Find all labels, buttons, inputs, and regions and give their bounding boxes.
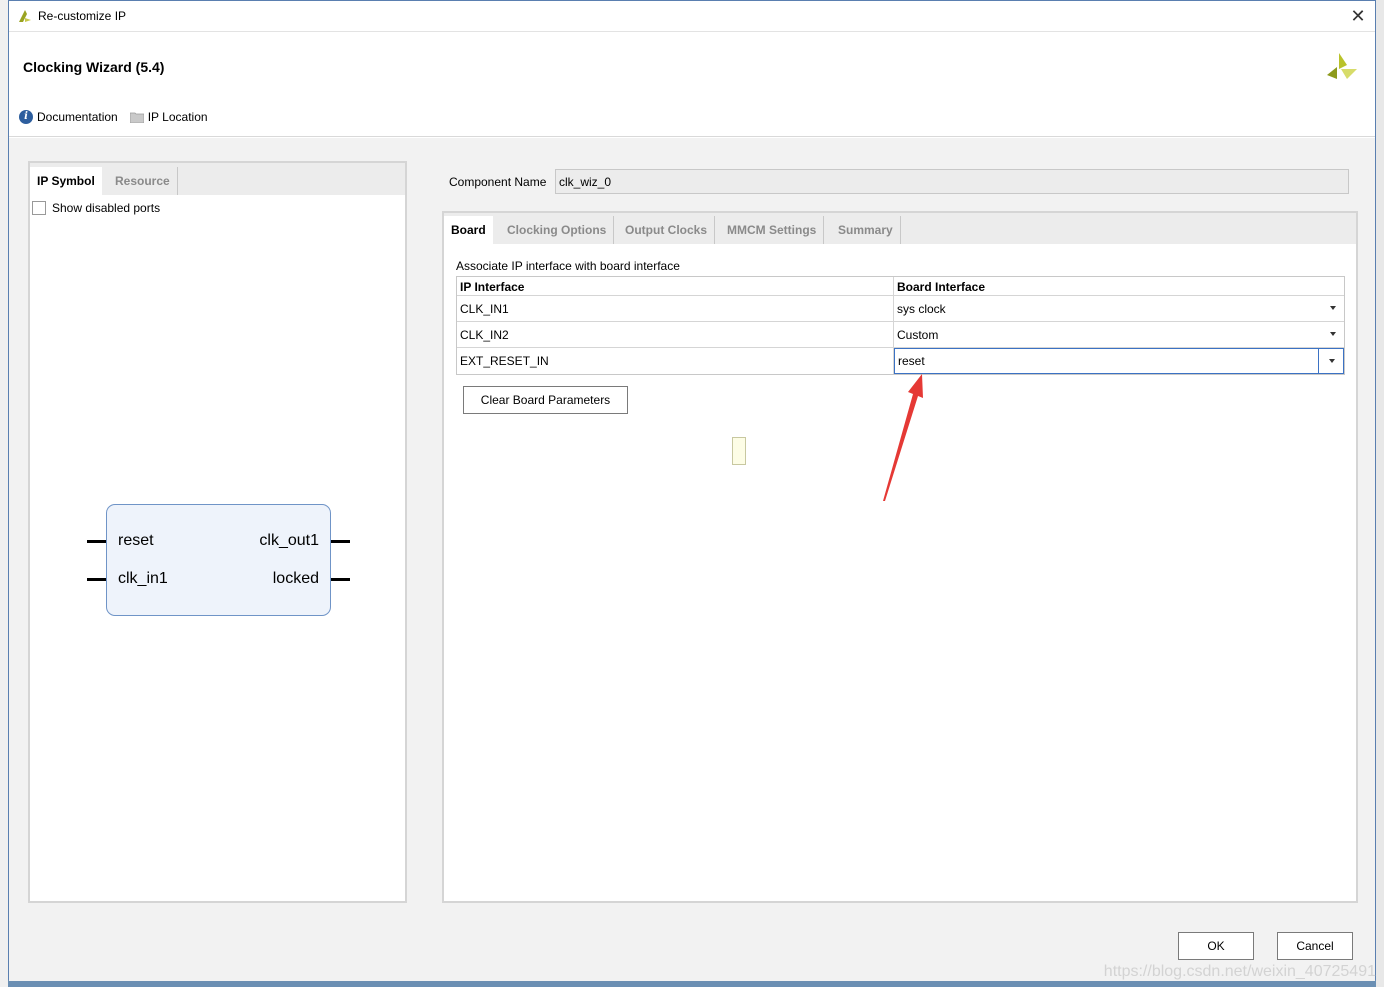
component-name-label: Component Name: [449, 175, 547, 189]
chevron-down-icon[interactable]: [1330, 332, 1336, 336]
content-area: IP Symbol Resource Show disabled ports r…: [9, 138, 1375, 981]
ip-symbol-block: reset clk_in1 clk_out1 locked: [106, 504, 331, 616]
documentation-link[interactable]: i Documentation: [19, 110, 118, 124]
associate-label: Associate IP interface with board interf…: [456, 259, 680, 273]
xilinx-logo-icon: [1327, 53, 1357, 79]
pin-line-locked: [331, 578, 350, 581]
title-bar: Re-customize IP ✕: [9, 1, 1375, 32]
documentation-label: Documentation: [37, 110, 118, 124]
ip-location-label: IP Location: [147, 110, 208, 124]
tab-output-clocks[interactable]: Output Clocks: [618, 216, 716, 244]
table-row: EXT_RESET_IN reset: [457, 348, 1344, 374]
checkbox-box[interactable]: [32, 201, 46, 215]
column-header-board-interface: Board Interface: [897, 280, 986, 294]
dropdown-separator: [1318, 349, 1319, 373]
background-window-strip-left: [0, 0, 8, 987]
column-header-ip-interface: IP Interface: [457, 277, 894, 295]
left-tab-bar: IP Symbol Resource: [30, 163, 405, 195]
header-links: i Documentation IP Location: [19, 110, 220, 124]
info-icon: i: [19, 110, 33, 124]
pin-line-clk-out1: [331, 540, 350, 543]
tab-summary[interactable]: Summary: [831, 216, 901, 244]
ip-symbol-panel: IP Symbol Resource Show disabled ports r…: [28, 161, 407, 903]
config-tab-bar: Board Clocking Options Output Clocks MMC…: [444, 213, 1356, 244]
board-interface-value: Custom: [897, 327, 939, 342]
component-name-field[interactable]: clk_wiz_0: [555, 169, 1349, 194]
tab-board[interactable]: Board: [444, 216, 493, 244]
board-interface-value: reset: [898, 354, 925, 368]
show-disabled-ports-checkbox[interactable]: Show disabled ports: [32, 201, 160, 215]
pin-line-clk-in1: [87, 578, 106, 581]
vivado-logo-icon: [19, 10, 31, 22]
ip-interface-cell: EXT_RESET_IN: [457, 348, 894, 374]
annotation-arrow-icon: [883, 374, 923, 501]
re-customize-ip-dialog: Re-customize IP ✕ Clocking Wizard (5.4) …: [8, 0, 1376, 981]
ip-location-link[interactable]: IP Location: [129, 110, 208, 124]
watermark: https://blog.csdn.net/weixin_40725491: [1103, 963, 1376, 980]
pin-line-reset: [87, 540, 106, 543]
chevron-down-icon[interactable]: [1329, 359, 1335, 363]
table-row: CLK_IN2 Custom: [457, 322, 1344, 348]
tab-clocking-options[interactable]: Clocking Options: [500, 216, 615, 244]
table-row: CLK_IN1 sys clock: [457, 296, 1344, 322]
clear-board-parameters-button[interactable]: Clear Board Parameters: [463, 386, 628, 414]
tab-resource[interactable]: Resource: [108, 167, 178, 195]
table-header-row: IP Interface Board Interface: [457, 277, 1344, 296]
configuration-panel: Board Clocking Options Output Clocks MMC…: [442, 211, 1358, 903]
board-interface-dropdown[interactable]: sys clock: [894, 296, 1344, 321]
folder-icon: [129, 112, 144, 123]
close-icon[interactable]: ✕: [1347, 5, 1369, 27]
empty-tooltip: [732, 437, 746, 465]
tab-mmcm-settings[interactable]: MMCM Settings: [720, 216, 825, 244]
board-interface-value: sys clock: [897, 301, 946, 316]
window-title: Re-customize IP: [38, 9, 127, 23]
pin-label-clk-out1: clk_out1: [259, 532, 319, 549]
ip-interface-cell: CLK_IN1: [457, 296, 894, 321]
show-disabled-ports-label: Show disabled ports: [52, 201, 161, 215]
chevron-down-icon[interactable]: [1330, 306, 1336, 310]
tab-ip-symbol[interactable]: IP Symbol: [30, 167, 102, 195]
board-interface-table: IP Interface Board Interface CLK_IN1 sys…: [456, 276, 1345, 375]
pin-label-reset: reset: [118, 532, 154, 549]
background-window-strip-right: [1376, 0, 1384, 987]
board-interface-dropdown-active[interactable]: reset: [894, 348, 1344, 374]
pin-label-locked: locked: [272, 570, 319, 587]
page-title: Clocking Wizard (5.4): [23, 59, 165, 75]
board-interface-dropdown[interactable]: Custom: [894, 322, 1344, 347]
ok-button[interactable]: OK: [1178, 932, 1254, 960]
pin-label-clk-in1: clk_in1: [118, 570, 168, 587]
ip-interface-cell: CLK_IN2: [457, 322, 894, 347]
cancel-button[interactable]: Cancel: [1277, 932, 1353, 960]
wizard-header: Clocking Wizard (5.4) i Documentation IP…: [9, 33, 1375, 137]
